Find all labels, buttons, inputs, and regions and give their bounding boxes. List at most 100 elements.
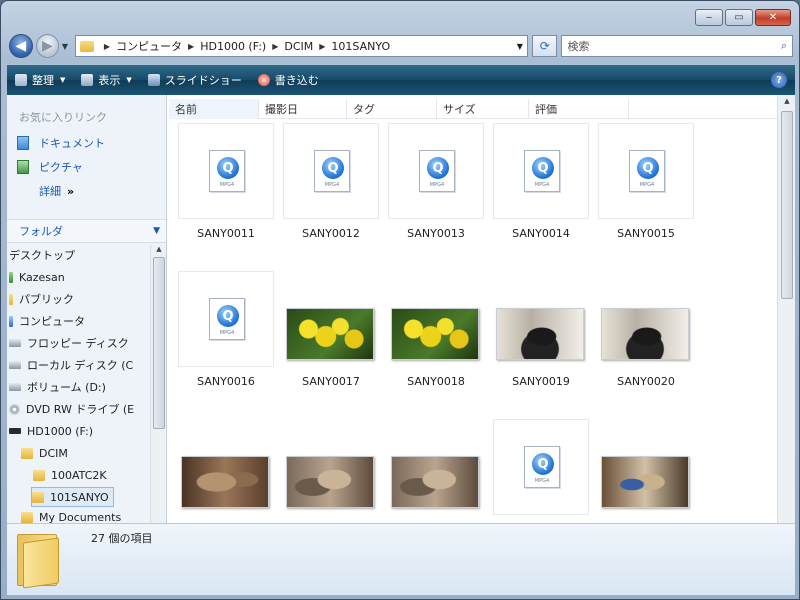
favorite-pictures-label: ピクチャ [39, 161, 83, 174]
address-row: ◀ ▶ ▼ ▶ コンピュータ ▶ HD1000 (F:) ▶ DCIM ▶ 10… [9, 33, 793, 59]
burn-disc-icon [257, 74, 270, 86]
breadcrumb-dcim[interactable]: DCIM [284, 40, 313, 53]
breadcrumb-separator-icon[interactable]: ▶ [104, 42, 110, 51]
folder-icon [79, 40, 94, 52]
folder-tree-scrollbar[interactable]: ▲ [150, 245, 166, 523]
address-dropdown-icon[interactable]: ▼ [517, 42, 523, 51]
organize-button[interactable]: 整理 ▼ [15, 72, 65, 88]
file-item[interactable]: SANY0017 [278, 271, 378, 401]
column-date-taken[interactable]: 撮影日 [259, 98, 347, 119]
chevron-down-icon: ▼ [153, 226, 160, 236]
file-item[interactable] [278, 419, 378, 523]
folder-icon [21, 511, 33, 523]
drive-icon [9, 383, 21, 391]
breadcrumb-computer[interactable]: コンピュータ [116, 38, 182, 54]
breadcrumb-separator-icon[interactable]: ▶ [272, 42, 278, 51]
file-item[interactable]: SANY0019 [488, 271, 588, 401]
tree-item-label: パブリック [19, 293, 74, 306]
search-box[interactable]: 検索 ⌕ [561, 35, 793, 57]
photo-thumbnail [181, 456, 269, 508]
tree-item-label: DCIM [39, 446, 68, 460]
file-name: SANY0019 [512, 375, 570, 388]
file-name: SANY0017 [302, 375, 360, 388]
item-count: 27 個の項目 [91, 532, 153, 545]
tree-item-label: DVD RW ドライブ (E [26, 403, 135, 416]
maximize-button[interactable]: ▭ [725, 9, 753, 26]
file-item[interactable]: Q MPG4 SANY0012 [278, 123, 379, 253]
file-item[interactable]: Q MPG4 SANY0013 [383, 123, 484, 253]
file-name: SANY0015 [617, 227, 675, 240]
mpeg-file-icon: Q MPG4 [209, 298, 245, 340]
burn-label: 書き込む [274, 74, 319, 87]
breadcrumb-drive[interactable]: HD1000 (F:) [200, 40, 266, 53]
tree-item-volume-d[interactable]: ボリューム (D:) [9, 377, 106, 397]
details-pane: 27 個の項目 [7, 523, 795, 595]
column-size[interactable]: サイズ [437, 98, 529, 119]
breadcrumb-separator-icon[interactable]: ▶ [319, 42, 325, 51]
tree-item-100atc2k[interactable]: 100ATC2K [33, 465, 107, 485]
tree-item-label: デスクトップ [9, 249, 75, 262]
view-button[interactable]: 表示 ▼ [81, 72, 132, 88]
scroll-up-icon[interactable]: ▲ [778, 97, 796, 109]
photo-thumbnail [286, 308, 374, 360]
scrollbar-thumb[interactable] [153, 257, 165, 429]
file-item[interactable]: SANY0020 [593, 271, 693, 401]
file-item[interactable]: Q MPG4 [488, 419, 589, 523]
dvd-icon [9, 403, 20, 415]
favorite-documents[interactable]: ドキュメント [17, 135, 105, 151]
photo-thumbnail [391, 308, 479, 360]
file-name: SANY0013 [407, 227, 465, 240]
close-button[interactable]: ✕ [755, 9, 791, 26]
tree-item-public[interactable]: パブリック [9, 289, 74, 309]
address-bar[interactable]: ▶ コンピュータ ▶ HD1000 (F:) ▶ DCIM ▶ 101SANYO… [74, 35, 528, 57]
file-item[interactable]: Q MPG4 SANY0016 [173, 271, 274, 401]
file-item[interactable]: Q MPG4 SANY0015 [593, 123, 694, 253]
recent-pages-dropdown[interactable]: ▼ [59, 42, 71, 51]
drive-icon [9, 361, 21, 369]
favorites-more-link[interactable]: 詳細 » [39, 183, 74, 199]
file-item[interactable] [383, 419, 483, 523]
file-item[interactable] [593, 419, 693, 523]
tree-item-label: 101SANYO [50, 490, 109, 504]
chevron-down-icon: ▼ [126, 76, 132, 84]
search-icon[interactable]: ⌕ [781, 39, 787, 53]
breadcrumb-separator-icon[interactable]: ▶ [188, 42, 194, 51]
tree-item-label: 100ATC2K [51, 468, 107, 482]
file-list-scrollbar[interactable]: ▲ [777, 95, 795, 523]
thumbnail-frame: Q MPG4 [178, 123, 274, 219]
forward-button[interactable]: ▶ [35, 34, 60, 58]
breadcrumb-current[interactable]: 101SANYO [331, 40, 390, 53]
tree-item-dvd[interactable]: DVD RW ドライブ (E [9, 399, 134, 419]
scrollbar-thumb[interactable] [781, 111, 793, 299]
help-icon[interactable]: ? [771, 72, 787, 88]
file-item[interactable]: SANY0018 [383, 271, 483, 401]
search-input[interactable]: 検索 [567, 38, 589, 54]
favorite-pictures[interactable]: ピクチャ [17, 159, 83, 175]
column-name[interactable]: 名前 [169, 98, 259, 119]
thumbnail-frame: Q MPG4 [178, 271, 274, 367]
folders-header[interactable]: フォルダ ▼ [7, 219, 166, 243]
tree-item-floppy[interactable]: フロッピー ディスク [9, 333, 129, 353]
scroll-up-icon[interactable]: ▲ [151, 245, 167, 257]
photo-thumbnail [391, 456, 479, 508]
column-tags[interactable]: タグ [347, 98, 437, 119]
tree-item-user[interactable]: Kazesan [9, 267, 65, 287]
computer-icon [9, 315, 13, 327]
file-item[interactable]: Q MPG4 SANY0014 [488, 123, 589, 253]
file-item[interactable]: Q MPG4 SANY0011 [173, 123, 274, 253]
tree-item-computer[interactable]: コンピュータ [9, 311, 85, 331]
back-button[interactable]: ◀ [9, 34, 33, 58]
tree-item-local-disk[interactable]: ローカル ディスク (C [9, 355, 133, 375]
refresh-button[interactable]: ⟳ [531, 35, 558, 57]
tree-item-dcim[interactable]: DCIM [21, 443, 68, 463]
tree-item-my-documents[interactable]: My Documents [21, 507, 121, 523]
burn-button[interactable]: 書き込む [257, 72, 319, 88]
tree-item-desktop[interactable]: デスクトップ [9, 245, 75, 265]
photo-thumbnail [496, 308, 584, 360]
file-item[interactable] [173, 419, 273, 523]
tree-item-101sanyo[interactable]: 101SANYO [31, 487, 114, 507]
column-rating[interactable]: 評価 [529, 98, 629, 119]
slideshow-button[interactable]: スライドショー [147, 72, 242, 88]
minimize-button[interactable]: ‒ [695, 9, 723, 26]
tree-item-hd1000[interactable]: HD1000 (F:) [9, 421, 93, 441]
